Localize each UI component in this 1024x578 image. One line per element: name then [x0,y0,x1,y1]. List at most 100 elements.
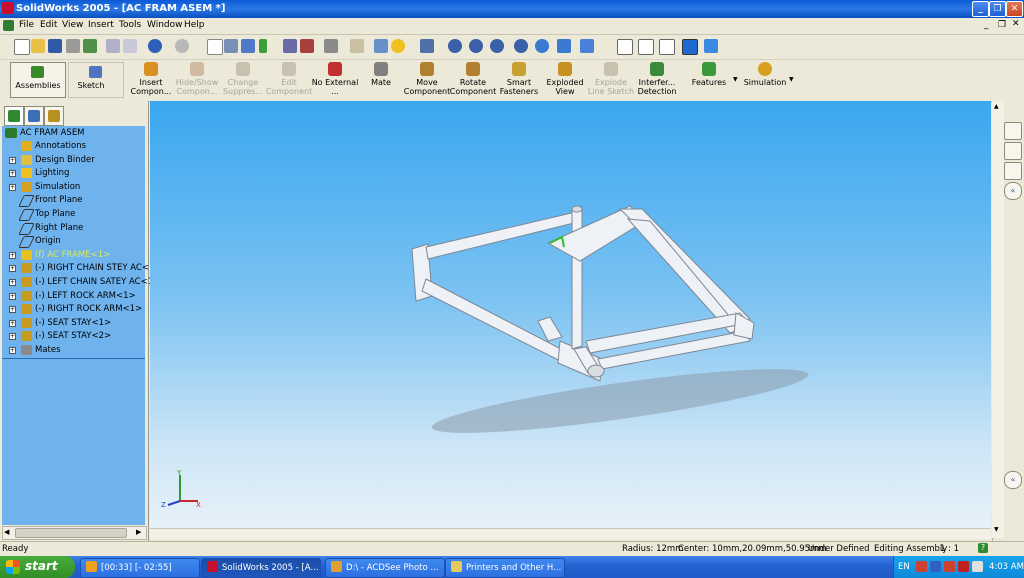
hidden-lines-icon[interactable] [638,39,654,55]
smart-fasteners-button[interactable]: Smart Fasteners [494,62,544,96]
select-other-icon[interactable] [224,39,238,53]
file-explorer-icon[interactable] [1004,162,1022,180]
exploded-view-button[interactable]: Exploded View [540,62,590,96]
options-icon[interactable] [324,39,338,53]
tree-root[interactable]: AC FRAM ASEM [2,127,145,140]
zoom-to-fit-icon[interactable] [448,39,462,53]
expand-icon[interactable]: + [9,292,16,300]
tree-item[interactable]: + Simulation [2,181,145,194]
taskbar-button[interactable]: D:\ - ACDSee Photo ... [325,558,445,578]
taskbar-button[interactable]: Printers and Other H... [445,558,565,578]
tree-item[interactable]: + Lighting [2,167,145,180]
properties-icon[interactable] [374,39,388,53]
expand-icon[interactable]: + [9,251,16,259]
tree-horizontal-scrollbar[interactable]: ◀ ▶ [2,526,147,540]
zoom-in-out-icon[interactable] [490,39,504,53]
publish-icon[interactable] [83,39,97,53]
menu-help[interactable]: Help [184,20,205,30]
explode-line-sketch-button[interactable]: Explode Line Sketch [586,62,636,96]
move-component-button[interactable]: Move Component [402,62,452,96]
menu-window[interactable]: Window [147,20,183,30]
taskbar-button[interactable]: SolidWorks 2005 - [A... [201,558,321,578]
edit-component-button[interactable]: Edit Component [264,62,314,96]
expand-icon[interactable]: + [9,347,16,354]
doc-minimize-button[interactable]: _ [984,20,989,30]
graphics-area[interactable]: Y Z X [150,101,991,538]
language-indicator[interactable]: EN [898,562,910,572]
tray-icon-2[interactable] [930,561,941,572]
doc-restore-button[interactable]: ❐ [998,20,1006,30]
sketch-icon[interactable] [241,39,255,53]
expand-icon[interactable]: + [9,279,16,286]
volume-icon[interactable] [972,561,983,572]
shaded-edges-icon[interactable] [682,39,698,55]
change-suppression-button[interactable]: Change Suppres... [218,62,268,96]
menu-edit[interactable]: Edit [40,20,57,30]
expand-task-pane-icon[interactable]: « [1004,471,1022,489]
viewport-vertical-scrollbar[interactable]: ▲ ▼ [992,101,1004,538]
tab-sketch[interactable]: Sketch [68,62,124,98]
clock[interactable]: 4:03 AM [989,562,1024,572]
no-external-button[interactable]: No External ... [310,62,360,96]
expand-icon[interactable]: + [9,333,16,341]
redo-icon[interactable] [175,39,189,53]
view-orientation-icon[interactable] [580,39,594,53]
grid-icon[interactable] [283,39,297,53]
macro-icon[interactable] [350,39,364,53]
expand-icon[interactable]: + [9,306,16,314]
menu-view[interactable]: View [62,20,83,30]
document-icon[interactable] [3,20,14,31]
interference-detection-button[interactable]: Interfer... Detection [632,62,682,96]
simulation-dropdown-icon[interactable]: ▼ [789,76,794,83]
features-dropdown-icon[interactable]: ▼ [733,76,738,83]
print-preview-icon[interactable] [106,39,120,53]
new-icon[interactable] [14,39,30,55]
expand-icon[interactable]: + [9,156,16,164]
expand-icon[interactable]: + [9,319,16,327]
fasteners-icon[interactable] [420,39,434,53]
expand-icon[interactable]: + [9,183,16,191]
hidden-removed-icon[interactable] [659,39,675,55]
tray-icon-3[interactable] [944,561,955,572]
tree-item[interactable]: Annotations [2,140,145,153]
scroll-right-arrow-icon[interactable]: ▶ [136,528,141,536]
tree-item[interactable]: + (-) SEAT STAY<2> [2,330,145,343]
select-icon[interactable] [207,39,223,55]
tray-icon-4[interactable] [958,561,969,572]
tree-item[interactable]: + (-) RIGHT CHAIN STEY AC<1> [2,262,162,275]
scroll-thumb[interactable] [15,528,127,538]
tree-item[interactable]: + (-) SEAT STAY<1> [2,317,145,330]
simulation-button[interactable]: Simulation [740,62,790,87]
rebuild-status-icon[interactable]: ? [978,543,988,553]
tree-item[interactable]: + (-) LEFT CHAIN SATEY AC<1> [2,276,160,289]
maximize-button[interactable]: ❐ [989,1,1006,17]
tree-item[interactable]: Origin [2,235,145,249]
viewport-horizontal-scrollbar[interactable] [150,528,991,539]
print-icon[interactable] [66,39,80,53]
insert-component-button[interactable]: Insert Compon... [126,62,176,96]
design-library-icon[interactable] [1004,142,1022,160]
doc-close-button[interactable]: ✕ [1012,19,1020,29]
rotate-component-button[interactable]: Rotate Component [448,62,498,96]
scroll-up-arrow-icon[interactable]: ▲ [994,103,999,110]
tree-item[interactable]: + Design Binder [2,154,145,167]
features-button[interactable]: Features [684,62,734,87]
expand-icon[interactable]: + [9,170,16,178]
tree-item[interactable]: + (-) LEFT ROCK ARM<1> [2,290,145,303]
menu-file[interactable]: File [19,20,34,30]
scroll-down-arrow-icon[interactable]: ▼ [994,526,999,533]
tray-icon-1[interactable] [916,561,927,572]
taskbar-button[interactable]: [00:33] [- 02:55] [80,558,200,578]
menu-insert[interactable]: Insert [88,20,114,30]
minimize-button[interactable]: _ [972,1,989,17]
traffic-light-icon[interactable] [259,39,267,53]
zoom-selection-icon[interactable] [514,39,528,53]
find-icon[interactable] [123,39,137,53]
help-icon[interactable] [391,39,405,53]
tree-item[interactable]: + (f) AC FRAME<1> [2,249,145,262]
pan-icon[interactable] [557,39,571,53]
open-icon[interactable] [31,39,45,53]
zoom-to-area-icon[interactable] [469,39,483,53]
start-button[interactable]: start [0,556,75,578]
close-button[interactable]: ✕ [1006,1,1023,17]
